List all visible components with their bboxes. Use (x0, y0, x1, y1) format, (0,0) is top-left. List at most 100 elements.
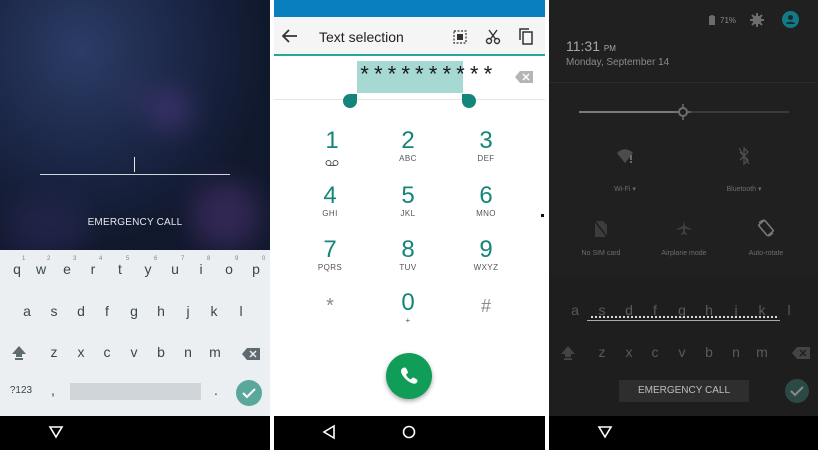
tile-label-bluetooth[interactable]: Bluetooth ▾ (704, 185, 784, 193)
key-e[interactable]: e (57, 261, 77, 277)
settings-gear-icon[interactable] (750, 13, 764, 27)
key-x[interactable]: x (619, 344, 639, 360)
key-m[interactable]: m (205, 344, 225, 360)
lockscreen-panel: EMERGENCY CALL q w e r t y u i o p 1 2 3… (0, 0, 270, 450)
key-l[interactable]: l (779, 302, 799, 318)
nav-back-icon[interactable] (597, 424, 613, 440)
shift-icon (12, 346, 26, 360)
battery-icon (709, 15, 715, 25)
dialpad-key-9[interactable]: 9 WXYZ (456, 237, 516, 273)
enter-key[interactable] (236, 380, 262, 406)
key-v[interactable]: v (672, 344, 692, 360)
key-r[interactable]: r (83, 261, 103, 277)
status-bar (274, 0, 545, 17)
nav-back-icon[interactable] (48, 424, 64, 440)
key-d[interactable]: d (71, 303, 91, 319)
dialpad-key-7[interactable]: 7 PQRS (300, 237, 360, 273)
header-divider (549, 82, 818, 83)
text-selection-toolbar: Text selection (274, 17, 545, 56)
key-s[interactable]: s (44, 303, 64, 319)
navigation-bar (0, 416, 270, 450)
key-n[interactable]: n (726, 344, 746, 360)
select-all-icon[interactable] (453, 30, 467, 44)
password-field[interactable] (587, 320, 780, 321)
comma-key[interactable]: , (45, 382, 61, 398)
key-m[interactable]: m (752, 344, 772, 360)
selection-handle-left[interactable] (343, 94, 357, 108)
cut-icon[interactable] (485, 29, 501, 45)
password-dots (590, 315, 778, 319)
dialpad-key-6[interactable]: 6 MNO (456, 183, 516, 219)
text-cursor (134, 157, 135, 172)
password-field[interactable] (40, 174, 230, 175)
dialpad-key-5[interactable]: 5 JKL (378, 183, 438, 219)
key-v[interactable]: v (124, 344, 144, 360)
dialpad-key-1[interactable]: 1 (302, 128, 362, 172)
dialpad-key-star[interactable]: * (300, 293, 360, 319)
selection-handle-right[interactable] (462, 94, 476, 108)
dialpad-key-8[interactable]: 8 TUV (378, 237, 438, 273)
backspace-icon[interactable] (515, 71, 533, 83)
key-q[interactable]: q (7, 261, 27, 277)
enter-key[interactable] (785, 379, 809, 403)
key-z[interactable]: z (592, 344, 612, 360)
backspace-key[interactable] (242, 347, 260, 360)
rotate-icon[interactable] (757, 219, 775, 237)
key-a[interactable]: a (17, 303, 37, 319)
key-b[interactable]: b (699, 344, 719, 360)
key-w[interactable]: w (31, 261, 51, 277)
symbols-key[interactable]: ?123 (6, 385, 36, 396)
key-f[interactable]: f (97, 303, 117, 319)
emergency-call-button[interactable]: EMERGENCY CALL (0, 217, 270, 228)
key-c[interactable]: c (97, 344, 117, 360)
key-x[interactable]: x (71, 344, 91, 360)
toolbar-title: Text selection (319, 29, 404, 45)
digits-field[interactable]: ********** (274, 58, 545, 100)
user-avatar[interactable] (782, 11, 799, 28)
no-sim-icon[interactable] (594, 220, 608, 238)
copy-icon[interactable] (519, 28, 533, 45)
backspace-icon[interactable] (792, 347, 810, 359)
key-z[interactable]: z (44, 344, 64, 360)
key-b[interactable]: b (151, 344, 171, 360)
emergency-call-button[interactable]: EMERGENCY CALL (619, 380, 749, 402)
spacebar[interactable] (70, 383, 201, 400)
soft-keyboard: q w e r t y u i o p 1 2 3 4 5 6 7 8 9 0 … (0, 250, 270, 416)
shift-key[interactable] (11, 345, 27, 361)
brightness-icon[interactable] (675, 104, 691, 120)
key-i[interactable]: i (191, 261, 211, 277)
airplane-icon[interactable] (676, 220, 692, 236)
bluetooth-icon[interactable] (738, 147, 750, 165)
nav-back-icon[interactable] (322, 424, 336, 440)
key-y[interactable]: y (138, 261, 158, 277)
key-k[interactable]: k (204, 303, 224, 319)
key-a[interactable]: a (565, 302, 585, 318)
dialpad-key-0[interactable]: 0 + (378, 290, 438, 326)
tile-label-wifi[interactable]: Wi-Fi ▾ (585, 185, 665, 193)
key-t[interactable]: t (110, 261, 130, 277)
wifi-icon[interactable] (616, 148, 634, 164)
key-u[interactable]: u (165, 261, 185, 277)
key-j[interactable]: j (178, 303, 198, 319)
tile-label-airplane: Airplane mode (661, 250, 707, 257)
back-arrow-icon[interactable] (282, 29, 298, 43)
key-n[interactable]: n (178, 344, 198, 360)
key-p[interactable]: p (246, 261, 266, 277)
dialpad-key-4[interactable]: 4 GHI (300, 183, 360, 219)
shift-icon[interactable] (560, 345, 576, 361)
person-icon (786, 15, 795, 24)
dialpad-key-2[interactable]: 2 ABC (378, 128, 438, 164)
dialpad-key-3[interactable]: 3 DEF (456, 128, 516, 164)
nav-home-icon[interactable] (401, 424, 417, 440)
checkmark-icon (790, 386, 804, 397)
separator-dot (541, 214, 544, 217)
key-l[interactable]: l (231, 303, 251, 319)
period-key[interactable]: . (208, 382, 224, 398)
key-o[interactable]: o (219, 261, 239, 277)
key-g[interactable]: g (124, 303, 144, 319)
backspace-icon (242, 348, 260, 360)
call-button[interactable] (386, 353, 432, 399)
key-h[interactable]: h (151, 303, 171, 319)
key-c[interactable]: c (645, 344, 665, 360)
dialpad-key-hash[interactable]: # (456, 293, 516, 319)
